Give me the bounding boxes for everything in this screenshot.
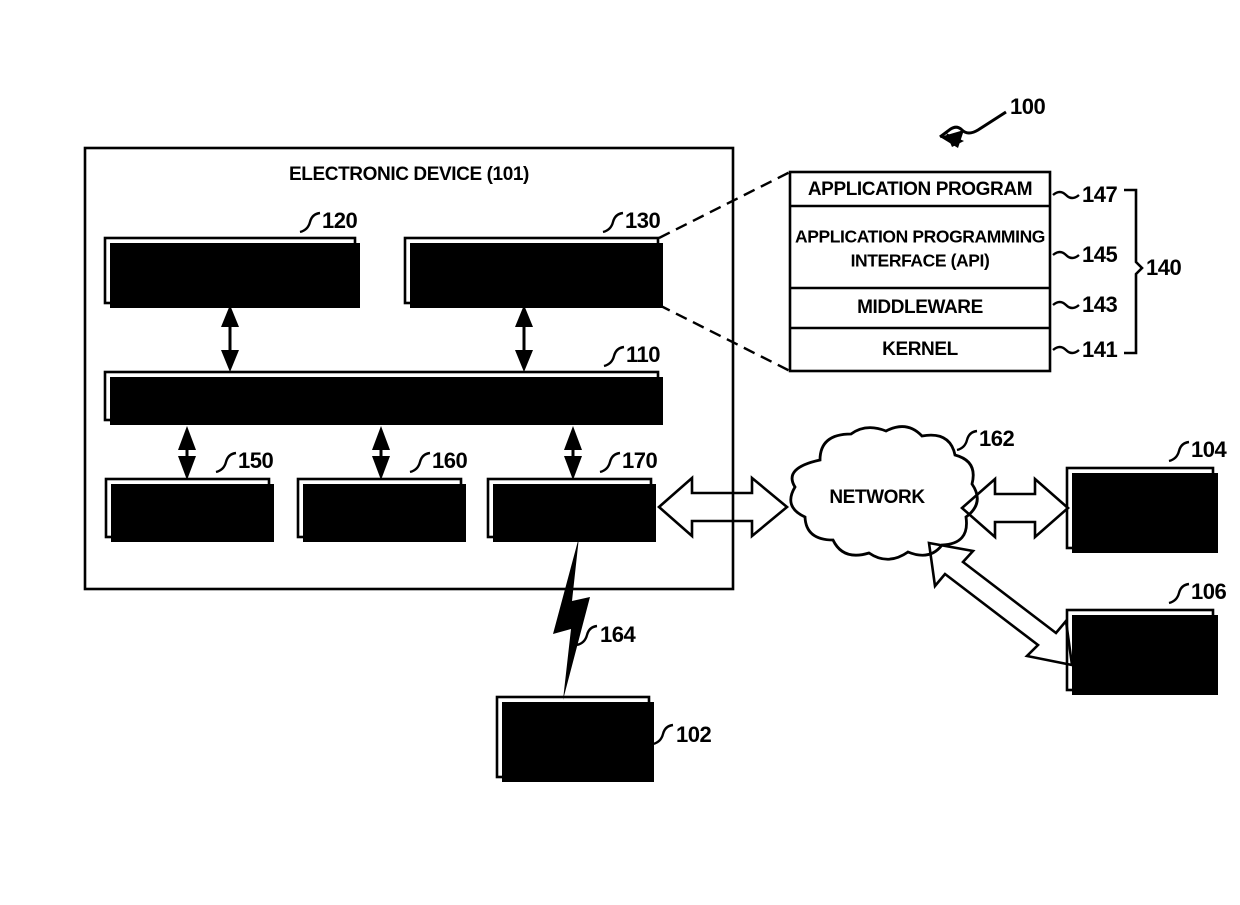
electronic-device-102-block: ELECTRONIC DEVICE 102	[495, 695, 712, 782]
memory-label: MEMORY	[490, 261, 573, 282]
reference-number-150: 150	[238, 448, 273, 473]
reference-number-141: 141	[1082, 337, 1117, 362]
processor-label: PROCESSOR	[171, 261, 289, 282]
patent-figure-system-block-diagram: 100 ELECTRONIC DEVICE (101) PROCESSOR 12…	[0, 0, 1240, 905]
bus-block: BUS 110	[103, 342, 663, 425]
reference-number-162: 162	[979, 426, 1014, 451]
reference-number-164: 164	[600, 622, 636, 647]
memory-block: MEMORY 130	[403, 208, 663, 308]
device-102-label-line2: DEVICE	[542, 739, 605, 759]
bus-comm-arrow	[564, 426, 582, 480]
reference-number-102: 102	[676, 722, 711, 747]
device-104-label-line1: ELECTRONIC	[1085, 485, 1196, 505]
reference-number-110: 110	[626, 342, 660, 367]
reference-number-160: 160	[432, 448, 467, 473]
stack-layer-kernel-label: KERNEL	[882, 339, 959, 360]
memory-stack-callout-lines	[658, 170, 791, 373]
reference-number-130: 130	[625, 208, 660, 233]
bus-io-arrow	[178, 426, 196, 480]
processor-bus-arrow	[221, 305, 239, 372]
server-106-label: SERVER	[1102, 640, 1178, 661]
communication-interface-label-line1: COMMUNICATION	[498, 486, 644, 506]
software-stack-140: APPLICATION PROGRAM 147 APPLICATION PROG…	[788, 170, 1182, 373]
network-label: NETWORK	[829, 487, 925, 508]
reference-number-145: 145	[1082, 242, 1117, 267]
communication-interface-label-line2: INTERFACE	[523, 509, 619, 529]
io-interface-label-line1: INPUT/OUTPUT	[126, 486, 251, 506]
processor-block: PROCESSOR 120	[103, 208, 360, 308]
wireless-link-lightning-icon: 164	[553, 537, 637, 700]
reference-number-104: 104	[1191, 437, 1227, 462]
electronic-device-104-block: ELECTRONIC DEVICE 104	[1065, 437, 1228, 553]
stack-layer-api-label-line1: APPLICATION PROGRAMMING	[795, 227, 1045, 247]
stack-layer-api-label-line2: INTERFACE (API)	[851, 251, 990, 271]
reference-number-120: 120	[322, 208, 357, 233]
reference-number-106: 106	[1191, 579, 1226, 604]
reference-number-143: 143	[1082, 292, 1117, 317]
bus-label: BUS	[362, 386, 401, 407]
device-102-label-line1: ELECTRONIC	[518, 715, 629, 735]
display-label: DISPLAY	[341, 498, 420, 519]
network-server-block-arrow	[927, 541, 1074, 667]
stack-layer-application-program-label: APPLICATION PROGRAM	[808, 179, 1032, 200]
stack-layer-middleware-label: MIDDLEWARE	[857, 297, 983, 318]
comm-network-block-arrow	[657, 475, 790, 539]
memory-bus-arrow	[515, 305, 533, 372]
bus-display-arrow	[372, 426, 390, 480]
reference-number-147: 147	[1082, 182, 1117, 207]
device-104-label-line2: DEVICE	[1109, 510, 1172, 530]
reference-number-170: 170	[622, 448, 657, 473]
reference-number-100: 100	[1010, 94, 1045, 119]
server-106-block: SERVER 106	[1065, 579, 1227, 695]
electronic-device-101-title: ELECTRONIC DEVICE (101)	[289, 164, 529, 185]
io-interface-label-line2: INTERFACE	[140, 509, 236, 529]
reference-number-140: 140	[1146, 255, 1181, 280]
overall-reference-marker: 100	[939, 94, 1046, 148]
network-device104-block-arrow	[960, 476, 1070, 540]
